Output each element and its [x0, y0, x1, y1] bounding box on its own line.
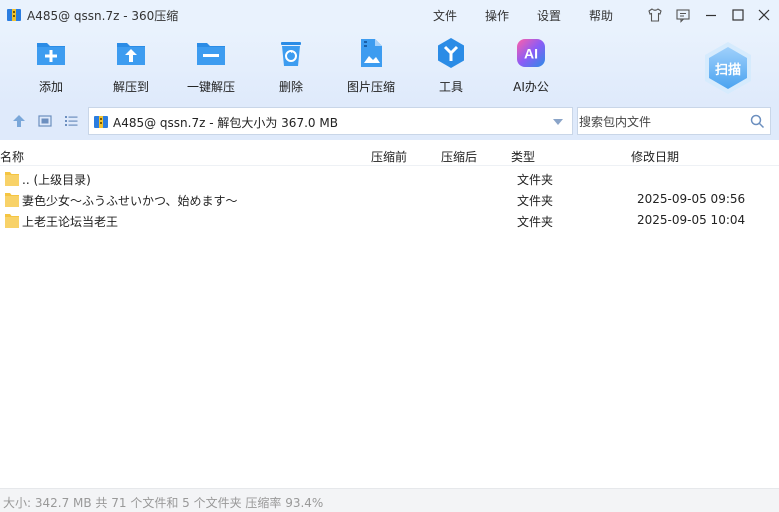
title-bar: A485@ qssn.7z - 360压缩 文件 操作 设置 帮助 [0, 0, 779, 30]
item-type: 文件夹 [517, 194, 554, 208]
column-type[interactable]: 类型 [511, 148, 535, 165]
add-icon [37, 43, 65, 65]
image-compress-button[interactable]: 图片压缩 [336, 36, 406, 98]
folder-icon [5, 172, 19, 186]
list-item[interactable]: 妻色少女～ふうふせいかつ、始めます～ 文件夹 2025-09-05 09:56 [0, 189, 779, 210]
app-icon [7, 9, 21, 21]
list-item[interactable]: 上老王论坛当老王 文件夹 2025-09-05 10:04 [0, 210, 779, 231]
status-bar: 大小: 342.7 MB 共 71 个文件和 5 个文件夹 压缩率 93.4% [0, 488, 779, 512]
tools-icon [438, 38, 464, 68]
menu-file[interactable]: 文件 [433, 7, 457, 24]
search-icon[interactable] [750, 114, 765, 129]
list-item[interactable]: .. (上级目录) 文件夹 [0, 168, 779, 189]
extract-to-button[interactable]: 解压到 [96, 36, 166, 98]
image-compress-button-label: 图片压缩 [346, 80, 395, 94]
svg-text:AI: AI [524, 46, 538, 62]
image-compress-icon [361, 39, 382, 67]
window-title: A485@ qssn.7z - 360压缩 [27, 9, 179, 23]
folder-icon [5, 193, 19, 207]
toolbar: 添加 解压到 一键解压 删除 图片压缩 工具 AI AI办公 [0, 30, 779, 104]
search-input[interactable] [579, 113, 739, 131]
extract-to-button-label: 解压到 [112, 80, 149, 94]
feedback-icon[interactable] [674, 6, 692, 24]
scan-button[interactable]: 扫描 [700, 40, 756, 96]
archive-icon [94, 116, 108, 128]
column-name[interactable]: 名称 [0, 148, 24, 165]
search-box [577, 107, 771, 135]
item-name: .. (上级目录) [22, 173, 91, 187]
up-arrow-icon[interactable] [11, 113, 27, 129]
minimize-icon[interactable] [702, 6, 720, 24]
menu-operation[interactable]: 操作 [485, 7, 509, 24]
delete-icon [281, 42, 301, 66]
column-size-before[interactable]: 压缩前 [371, 148, 407, 165]
add-button[interactable]: 添加 [16, 36, 86, 98]
item-modified: 2025-09-05 10:04 [637, 213, 746, 227]
path-field[interactable]: A485@ qssn.7z - 解包大小为 367.0 MB [88, 107, 573, 135]
item-name: 上老王论坛当老王 [22, 215, 119, 229]
tools-button[interactable]: 工具 [416, 36, 486, 98]
list-view-icon[interactable] [63, 113, 79, 129]
column-modified[interactable]: 修改日期 [631, 148, 679, 165]
thumbnail-view-icon[interactable] [37, 113, 53, 129]
delete-button[interactable]: 删除 [256, 36, 326, 98]
ai-office-button[interactable]: AI AI办公 [496, 36, 566, 98]
one-click-extract-button[interactable]: 一键解压 [176, 36, 246, 98]
scan-label: 扫描 [714, 62, 741, 78]
status-text: 大小: 342.7 MB 共 71 个文件和 5 个文件夹 压缩率 93.4% [3, 496, 324, 510]
ai-office-button-label: AI办公 [513, 80, 549, 94]
add-button-label: 添加 [38, 80, 63, 94]
extract-to-icon [117, 43, 145, 65]
item-modified: 2025-09-05 09:56 [637, 192, 746, 206]
item-name: 妻色少女～ふうふせいかつ、始めます～ [22, 194, 238, 208]
column-size-after[interactable]: 压缩后 [441, 148, 477, 165]
one-click-extract-button-label: 一键解压 [186, 80, 235, 94]
maximize-icon[interactable] [729, 6, 747, 24]
path-text: A485@ qssn.7z - 解包大小为 367.0 MB [113, 116, 338, 130]
one-click-extract-icon [197, 43, 225, 65]
close-icon[interactable] [755, 6, 773, 24]
item-type: 文件夹 [517, 215, 554, 229]
tools-button-label: 工具 [438, 80, 463, 94]
file-list-header: 名称 压缩前 压缩后 类型 修改日期 [0, 144, 779, 166]
ai-office-icon: AI [517, 39, 545, 67]
skin-icon[interactable] [646, 6, 664, 24]
folder-icon [5, 214, 19, 228]
path-dropdown-icon[interactable] [552, 117, 564, 127]
item-type: 文件夹 [517, 173, 554, 187]
delete-button-label: 删除 [278, 80, 303, 94]
menu-settings[interactable]: 设置 [537, 7, 561, 24]
menu-help[interactable]: 帮助 [589, 7, 613, 24]
